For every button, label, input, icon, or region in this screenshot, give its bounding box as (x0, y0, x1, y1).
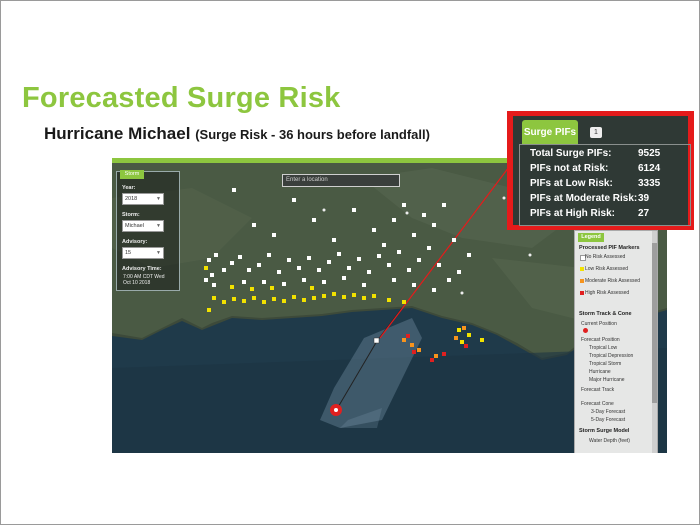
advisory-time-line2: Oct 10 2018 (123, 280, 151, 286)
page-marker-icon[interactable]: 1 (590, 127, 602, 138)
stat-label-low-risk: PIFs at Low Risk: (530, 178, 613, 189)
location-search-input[interactable]: Enter a location (282, 174, 400, 187)
storm-select[interactable]: Michael ▼ (122, 220, 164, 232)
legend-scrollbar[interactable] (652, 231, 657, 453)
legend-tab[interactable]: Legend (578, 233, 604, 242)
hurricane-icon (583, 328, 588, 333)
stat-value-moderate-risk: 39 (638, 193, 650, 204)
track-header: Storm Track & Cone (579, 311, 632, 317)
year-select[interactable]: 2018 ▼ (122, 193, 164, 205)
legend-water-depth: Water Depth (feet) (589, 438, 630, 444)
legend-panel: Legend Processed PIF Markers No Risk Ass… (574, 230, 658, 453)
stat-value-high-risk: 27 (638, 208, 650, 219)
legend-low-risk: Low Risk Assessed (585, 266, 629, 272)
popup-body: Surge PIFs 1 Total Surge PIFs: 9525 PIFs… (513, 116, 691, 226)
pif-header: Processed PIF Markers (579, 245, 640, 251)
advisory-select[interactable]: 15 ▼ (122, 247, 164, 259)
legend-no-risk: No Risk Assessed (585, 254, 626, 260)
low-risk-swatch (580, 267, 584, 271)
slide-subtitle: Hurricane Michael (Surge Risk - 36 hours… (44, 124, 430, 144)
stat-label-not-at-risk: PIFs not at Risk: (530, 163, 609, 174)
legend-current-position: Current Position (581, 321, 617, 327)
legend-high-risk: High Risk Assessed (585, 290, 630, 296)
legend-tropical-low: Tropical Low (589, 345, 618, 351)
chevron-down-icon: ▼ (156, 223, 161, 229)
advisory-time-label: Advisory Time: (122, 266, 162, 272)
storm-value: Michael (125, 223, 144, 229)
chevron-down-icon: ▼ (156, 250, 161, 256)
legend-5-day: 5-Day Forecast (591, 417, 626, 423)
stat-value-low-risk: 3335 (638, 178, 661, 189)
subtitle-main: Hurricane Michael (44, 124, 191, 143)
storm-label: Storm: (122, 212, 140, 218)
legend-tropical-storm: Tropical Storm (589, 361, 622, 367)
legend-major-hurricane: Major Hurricane (589, 377, 625, 383)
legend-forecast-track: Forecast Track (581, 387, 615, 393)
stat-value-total: 9525 (638, 148, 661, 159)
moderate-risk-swatch (580, 279, 584, 283)
chevron-down-icon: ▼ (156, 196, 161, 202)
legend-forecast-cone: Forecast Cone (581, 401, 614, 407)
year-value: 2018 (125, 196, 138, 202)
legend-tropical-depression: Tropical Depression (589, 353, 634, 359)
legend-3-day: 3-Day Forecast (591, 409, 626, 415)
high-risk-swatch (580, 291, 584, 295)
subtitle-note: (Surge Risk - 36 hours before landfall) (195, 127, 430, 142)
legend-scroll-thumb[interactable] (652, 243, 657, 403)
storm-panel: Storm Year: 2018 ▼ Storm: Michael ▼ Advi… (116, 170, 180, 291)
legend-forecast-position: Forecast Position (581, 337, 620, 343)
slide-title: Forecasted Surge Risk (22, 82, 341, 114)
stat-label-high-risk: PIFs at High Risk: (530, 208, 616, 219)
storm-tab[interactable]: Storm (120, 170, 144, 179)
stat-value-not-at-risk: 6124 (638, 163, 661, 174)
advisory-label: Advisory: (122, 239, 148, 245)
popup-stats-box: Total Surge PIFs: 9525 PIFs not at Risk:… (519, 144, 691, 226)
year-label: Year: (122, 185, 136, 191)
legend-moderate-risk: Moderate Risk Assessed (585, 278, 641, 284)
stat-label-total: Total Surge PIFs: (530, 148, 612, 159)
surge-pif-popup: Surge PIFs 1 Total Surge PIFs: 9525 PIFs… (507, 111, 694, 230)
legend-hurricane: Hurricane (589, 369, 611, 375)
advisory-value: 15 (125, 250, 132, 256)
surge-pifs-tab[interactable]: Surge PIFs (522, 120, 578, 145)
stat-label-moderate-risk: PIFs at Moderate Risk: (530, 193, 638, 204)
surge-header: Storm Surge Model (579, 428, 630, 434)
